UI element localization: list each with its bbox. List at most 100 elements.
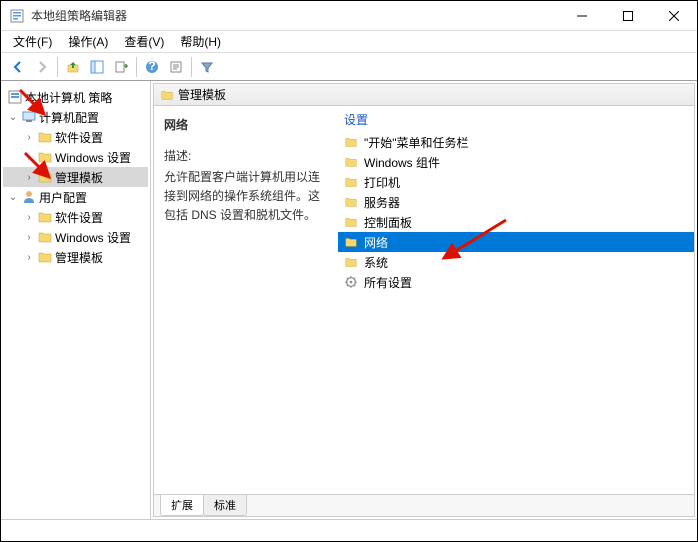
folder-icon [344, 195, 358, 209]
tree-user-config[interactable]: ⌄ 用户配置 [3, 187, 148, 207]
folder-icon [37, 209, 53, 225]
maximize-icon [623, 11, 633, 21]
settings-icon [344, 275, 358, 289]
show-hide-tree-button[interactable] [86, 56, 108, 78]
separator [136, 57, 137, 77]
tree-label: Windows 设置 [55, 229, 131, 246]
separator [191, 57, 192, 77]
list-item-label: 系统 [364, 254, 388, 271]
list-item-label: 所有设置 [364, 274, 412, 291]
folder-icon [37, 249, 53, 265]
tree-label: Windows 设置 [55, 149, 131, 166]
expand-icon[interactable]: › [23, 212, 35, 223]
list-item-label: 打印机 [364, 174, 400, 191]
tree-label: 软件设置 [55, 129, 103, 146]
filter-button[interactable] [196, 56, 218, 78]
minimize-button[interactable] [559, 1, 605, 30]
toolbar: ? [1, 53, 697, 81]
expand-icon[interactable]: › [23, 252, 35, 263]
properties-button[interactable] [165, 56, 187, 78]
folder-icon [344, 155, 358, 169]
separator [57, 57, 58, 77]
list-column-header[interactable]: 设置 [338, 106, 694, 132]
export-button[interactable] [110, 56, 132, 78]
menu-view[interactable]: 查看(V) [116, 31, 172, 52]
export-icon [114, 60, 128, 74]
collapse-icon[interactable]: ⌄ [7, 112, 19, 123]
tree-admin-templates[interactable]: › 管理模板 [3, 167, 148, 187]
tree-user-software-settings[interactable]: › 软件设置 [3, 207, 148, 227]
item-list[interactable]: "开始"菜单和任务栏Windows 组件打印机服务器控制面板网络系统所有设置 [338, 132, 694, 494]
content-area: 本地计算机 策略 ⌄ 计算机配置 › 软件设置 › Windows 设置 › 管… [1, 81, 697, 519]
folder-icon [160, 88, 174, 102]
list-item-label: 控制面板 [364, 214, 412, 231]
list-item[interactable]: 所有设置 [338, 272, 694, 292]
list-item[interactable]: Windows 组件 [338, 152, 694, 172]
folder-icon [344, 175, 358, 189]
list-item[interactable]: 系统 [338, 252, 694, 272]
minimize-icon [577, 11, 587, 21]
titlebar: 本地组策略编辑器 [1, 1, 697, 31]
description-pane: 网络 描述: 允许配置客户端计算机用以连接到网络的操作系统组件。这包括 DNS … [154, 106, 338, 494]
folder-icon [344, 255, 358, 269]
list-item[interactable]: 打印机 [338, 172, 694, 192]
statusbar [1, 519, 697, 541]
maximize-button[interactable] [605, 1, 651, 30]
list-item-label: 网络 [364, 234, 388, 251]
forward-button[interactable] [31, 56, 53, 78]
expand-icon[interactable]: › [23, 152, 35, 163]
list-item[interactable]: 服务器 [338, 192, 694, 212]
folder-icon [37, 129, 53, 145]
tab-standard[interactable]: 标准 [203, 495, 247, 516]
tree-windows-settings[interactable]: › Windows 设置 [3, 147, 148, 167]
tree-panel[interactable]: 本地计算机 策略 ⌄ 计算机配置 › 软件设置 › Windows 设置 › 管… [1, 81, 151, 519]
list-item[interactable]: 控制面板 [338, 212, 694, 232]
tab-extended[interactable]: 扩展 [160, 495, 204, 516]
description-label: 描述: [164, 147, 328, 164]
tree-label: 计算机配置 [39, 109, 99, 126]
menubar: 文件(F) 操作(A) 查看(V) 帮助(H) [1, 31, 697, 53]
tree-label: 本地计算机 策略 [25, 89, 112, 106]
list-item[interactable]: 网络 [338, 232, 694, 252]
menu-action[interactable]: 操作(A) [60, 31, 116, 52]
list-item[interactable]: "开始"菜单和任务栏 [338, 132, 694, 152]
details-panel: 管理模板 网络 描述: 允许配置客户端计算机用以连接到网络的操作系统组件。这包括… [153, 83, 695, 517]
list-item-label: 服务器 [364, 194, 400, 211]
expand-icon[interactable]: › [23, 232, 35, 243]
close-icon [669, 11, 679, 21]
help-button[interactable]: ? [141, 56, 163, 78]
folder-icon [344, 235, 358, 249]
view-tabs: 扩展 标准 [154, 494, 694, 516]
expand-icon[interactable]: › [23, 132, 35, 143]
details-header: 管理模板 [154, 84, 694, 106]
tree-icon [90, 60, 104, 74]
up-button[interactable] [62, 56, 84, 78]
expand-icon[interactable]: › [23, 172, 35, 183]
arrow-right-icon [35, 60, 49, 74]
folder-icon [37, 229, 53, 245]
tree-root[interactable]: 本地计算机 策略 [3, 87, 148, 107]
tree-label: 软件设置 [55, 209, 103, 226]
tree-label: 管理模板 [55, 249, 103, 266]
description-text: 允许配置客户端计算机用以连接到网络的操作系统组件。这包括 DNS 设置和脱机文件… [164, 168, 328, 226]
selected-title: 网络 [164, 116, 328, 133]
tree-software-settings[interactable]: › 软件设置 [3, 127, 148, 147]
close-button[interactable] [651, 1, 697, 30]
tree-computer-config[interactable]: ⌄ 计算机配置 [3, 107, 148, 127]
menu-help[interactable]: 帮助(H) [172, 31, 229, 52]
menu-file[interactable]: 文件(F) [5, 31, 60, 52]
arrow-left-icon [11, 60, 25, 74]
window-title: 本地组策略编辑器 [31, 7, 559, 24]
tree-user-windows-settings[interactable]: › Windows 设置 [3, 227, 148, 247]
list-area: 设置 "开始"菜单和任务栏Windows 组件打印机服务器控制面板网络系统所有设… [338, 106, 694, 494]
back-button[interactable] [7, 56, 29, 78]
tree-user-admin-templates[interactable]: › 管理模板 [3, 247, 148, 267]
tree-label: 管理模板 [55, 169, 103, 186]
filter-icon [200, 60, 214, 74]
folder-icon [37, 169, 53, 185]
computer-icon [21, 109, 37, 125]
collapse-icon[interactable]: ⌄ [7, 192, 19, 203]
app-icon [9, 8, 25, 24]
folder-icon [344, 135, 358, 149]
folder-icon [37, 149, 53, 165]
